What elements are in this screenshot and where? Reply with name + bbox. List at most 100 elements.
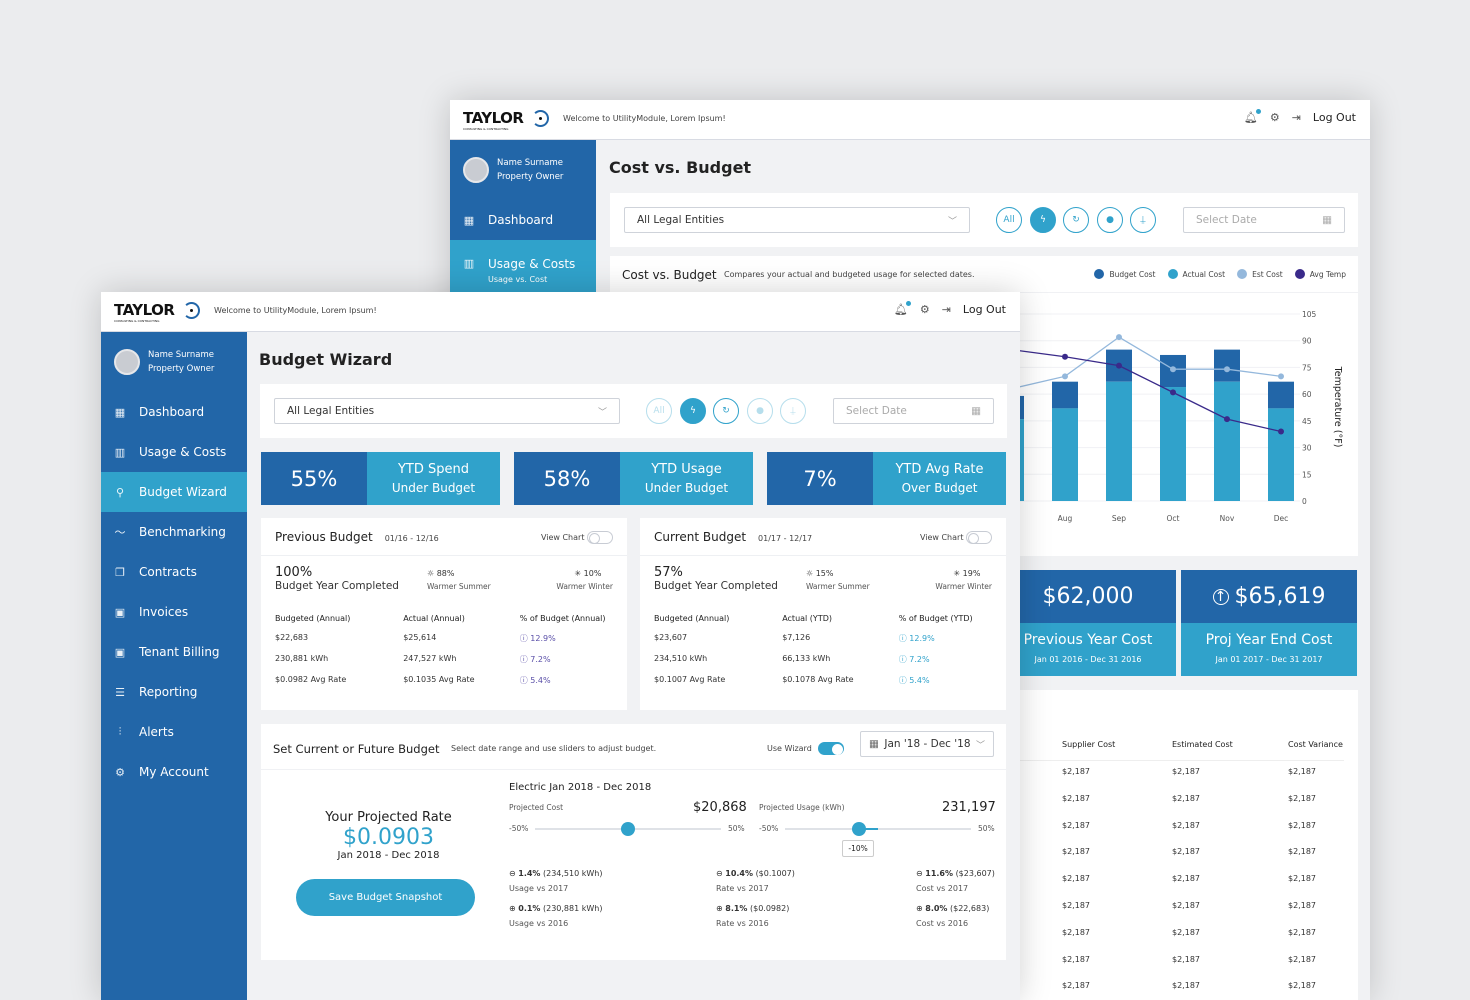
bell-icon[interactable]: 🔔︎ xyxy=(1244,109,1261,124)
user-profile[interactable]: Name Surname Property Owner xyxy=(450,140,596,200)
column-header[interactable]: Cost Variance xyxy=(1288,740,1343,749)
document-icon: ❐ xyxy=(115,565,125,579)
chevron-down-icon: ﹀ xyxy=(597,407,607,418)
y2-tick-label: 105 xyxy=(1302,310,1317,319)
bar-actual-cost xyxy=(1052,408,1078,501)
entity-dropdown[interactable]: All Legal Entities ﹀ xyxy=(624,207,970,233)
sidebar-item-usage-costs[interactable]: ▥ Usage & Costs Usage vs. Cost xyxy=(450,240,596,300)
welcome-text: Welcome to UtilityModule, Lorem Ipsum! xyxy=(563,114,726,123)
bar-actual-cost xyxy=(1214,381,1240,501)
percent-of-budget: ⓘ 5.4% xyxy=(898,676,930,685)
save-budget-snapshot-button[interactable]: Save Budget Snapshot xyxy=(296,879,475,916)
slider-handle[interactable] xyxy=(852,822,867,836)
sidebar-item-tenant-billing[interactable]: ▣ Tenant Billing xyxy=(101,632,247,672)
other-utility-button[interactable]: ⍊ xyxy=(780,398,806,424)
logout-icon[interactable]: ⇥ xyxy=(942,303,951,316)
chart-title: Cost vs. Budget xyxy=(622,268,717,282)
x-tick-label: Dec xyxy=(1274,514,1289,523)
logo[interactable]: TAYLOR CONSULTING & CONTRACTING xyxy=(463,109,524,131)
welcome-text: Welcome to UtilityModule, Lorem Ipsum! xyxy=(214,306,377,315)
arrow-down-circle-icon: ⊖ xyxy=(509,869,516,878)
point-est-cost xyxy=(1224,366,1230,373)
view-chart-toggle[interactable] xyxy=(966,531,992,544)
logo-mark-icon xyxy=(532,110,549,127)
user-profile[interactable]: Name Surname Property Owner xyxy=(101,332,247,392)
y2-tick-label: 0 xyxy=(1302,497,1307,506)
chart-subtitle: Compares your actual and budgeted usage … xyxy=(724,270,975,279)
use-wizard-toggle[interactable] xyxy=(817,742,844,755)
sidebar-item-reporting[interactable]: ☰ Reporting xyxy=(101,672,247,712)
sidebar-item-invoices[interactable]: ▣ Invoices xyxy=(101,592,247,632)
sidebar-item-my-account[interactable]: ⚙ My Account xyxy=(101,752,247,792)
column-header[interactable]: Supplier Cost xyxy=(1062,740,1115,749)
kpi-ytd-avg-rate: 7% YTD Avg Rate Over Budget xyxy=(767,452,1006,505)
sidebar-item-alerts[interactable]: ⫶ Alerts xyxy=(101,712,247,752)
logout-icon[interactable]: ⇥ xyxy=(1292,111,1301,124)
y2-tick-label: 30 xyxy=(1302,444,1312,453)
date-picker[interactable]: Select Date ▦ xyxy=(1183,207,1345,233)
sidebar-item-contracts[interactable]: ❐ Contracts xyxy=(101,552,247,592)
sidebar-item-dashboard[interactable]: ▦ Dashboard xyxy=(101,392,247,432)
x-tick-label: Oct xyxy=(1167,514,1180,523)
flame-icon: ↻ xyxy=(722,406,730,416)
percent-of-budget: ⓘ 7.2% xyxy=(519,655,551,664)
logo-mark-icon xyxy=(183,302,200,319)
drop-icon: ● xyxy=(756,406,764,416)
view-chart-toggle[interactable] xyxy=(587,531,613,544)
water-button[interactable]: ● xyxy=(747,398,773,424)
sidebar-subitem-usage-vs-cost[interactable]: Usage vs. Cost xyxy=(462,275,547,284)
point-est-cost xyxy=(1062,373,1068,380)
gas-button[interactable]: ↻ xyxy=(713,398,739,424)
projected-rate-value: $0.0903 xyxy=(343,825,434,850)
logout-button[interactable]: Log Out xyxy=(1313,111,1356,124)
electric-button[interactable]: ϟ xyxy=(680,398,706,424)
gas-button[interactable]: ↻ xyxy=(1063,207,1089,233)
snowflake-icon: ✳ xyxy=(953,569,961,578)
legend-swatch xyxy=(1294,269,1305,279)
arrow-up-circle-icon: ⊕ xyxy=(716,904,723,913)
sidebar-item-dashboard[interactable]: ▦ Dashboard xyxy=(450,200,596,240)
arrow-down-circle-icon: ⓘ xyxy=(898,655,907,664)
legend-swatch xyxy=(1167,269,1178,279)
calendar-icon: ▦ xyxy=(1322,214,1332,226)
entity-dropdown[interactable]: All Legal Entities ﹀ xyxy=(274,398,620,424)
bar-actual-cost xyxy=(1160,387,1186,501)
kpi-ytd-spend: 55% YTD Spend Under Budget xyxy=(261,452,500,505)
legend-swatch xyxy=(1237,269,1248,279)
header: TAYLOR CONSULTING & CONTRACTING Welcome t… xyxy=(101,292,1020,332)
arrow-up-circle-icon: ↑ xyxy=(1212,588,1229,605)
projected-cost-slider[interactable] xyxy=(535,822,721,836)
line-est-cost xyxy=(1010,336,1282,390)
column-header[interactable]: Estimated Cost xyxy=(1172,740,1233,749)
date-range-dropdown[interactable]: ▦ Jan '18 - Dec '18 ﹀ xyxy=(860,731,994,757)
gear-icon[interactable]: ⚙ xyxy=(1270,111,1280,124)
page-title: Cost vs. Budget xyxy=(609,158,752,177)
bolt-icon: ϟ xyxy=(690,406,696,416)
date-picker[interactable]: Select Date ▦ xyxy=(833,398,994,424)
comparison-stat: ⊖ 1.4% (234,510 kWh) Usage vs 2017 xyxy=(509,869,603,893)
sidebar-item-usage-costs[interactable]: ▥ Usage & Costs xyxy=(101,432,247,472)
bar-budget-cost xyxy=(1268,381,1294,409)
front-window: TAYLOR CONSULTING & CONTRACTING Welcome t… xyxy=(101,292,1020,1000)
utility-all-button[interactable]: All xyxy=(646,398,672,424)
logo[interactable]: TAYLOR CONSULTING & CONTRACTING xyxy=(114,301,175,323)
electric-button[interactable]: ϟ xyxy=(1030,207,1056,233)
sidebar-item-budget-wizard[interactable]: ⚲ Budget Wizard xyxy=(101,472,247,512)
pin-icon: ⍊ xyxy=(790,406,796,416)
sidebar: Name Surname Property Owner ▦ Dashboard ▥ Us… xyxy=(101,332,247,1000)
slider-handle[interactable] xyxy=(621,822,635,836)
arrow-down-circle-icon: ⊖ xyxy=(916,869,923,878)
x-tick-label: Nov xyxy=(1220,514,1235,523)
gear-icon[interactable]: ⚙ xyxy=(920,303,930,316)
water-button[interactable]: ● xyxy=(1097,207,1123,233)
projected-usage-slider[interactable] xyxy=(785,822,971,836)
avatar xyxy=(463,157,489,183)
other-utility-button[interactable]: ⍊ xyxy=(1130,207,1156,233)
legend-item: Avg Temp xyxy=(1294,269,1346,279)
legend-item: Actual Cost xyxy=(1167,269,1225,279)
logout-button[interactable]: Log Out xyxy=(963,303,1006,316)
sidebar-item-benchmarking[interactable]: 〜 Benchmarking xyxy=(101,512,247,552)
bell-icon[interactable]: 🔔︎ xyxy=(894,301,911,316)
bar-chart-icon: ▥ xyxy=(114,445,126,459)
utility-all-button[interactable]: All xyxy=(996,207,1022,233)
